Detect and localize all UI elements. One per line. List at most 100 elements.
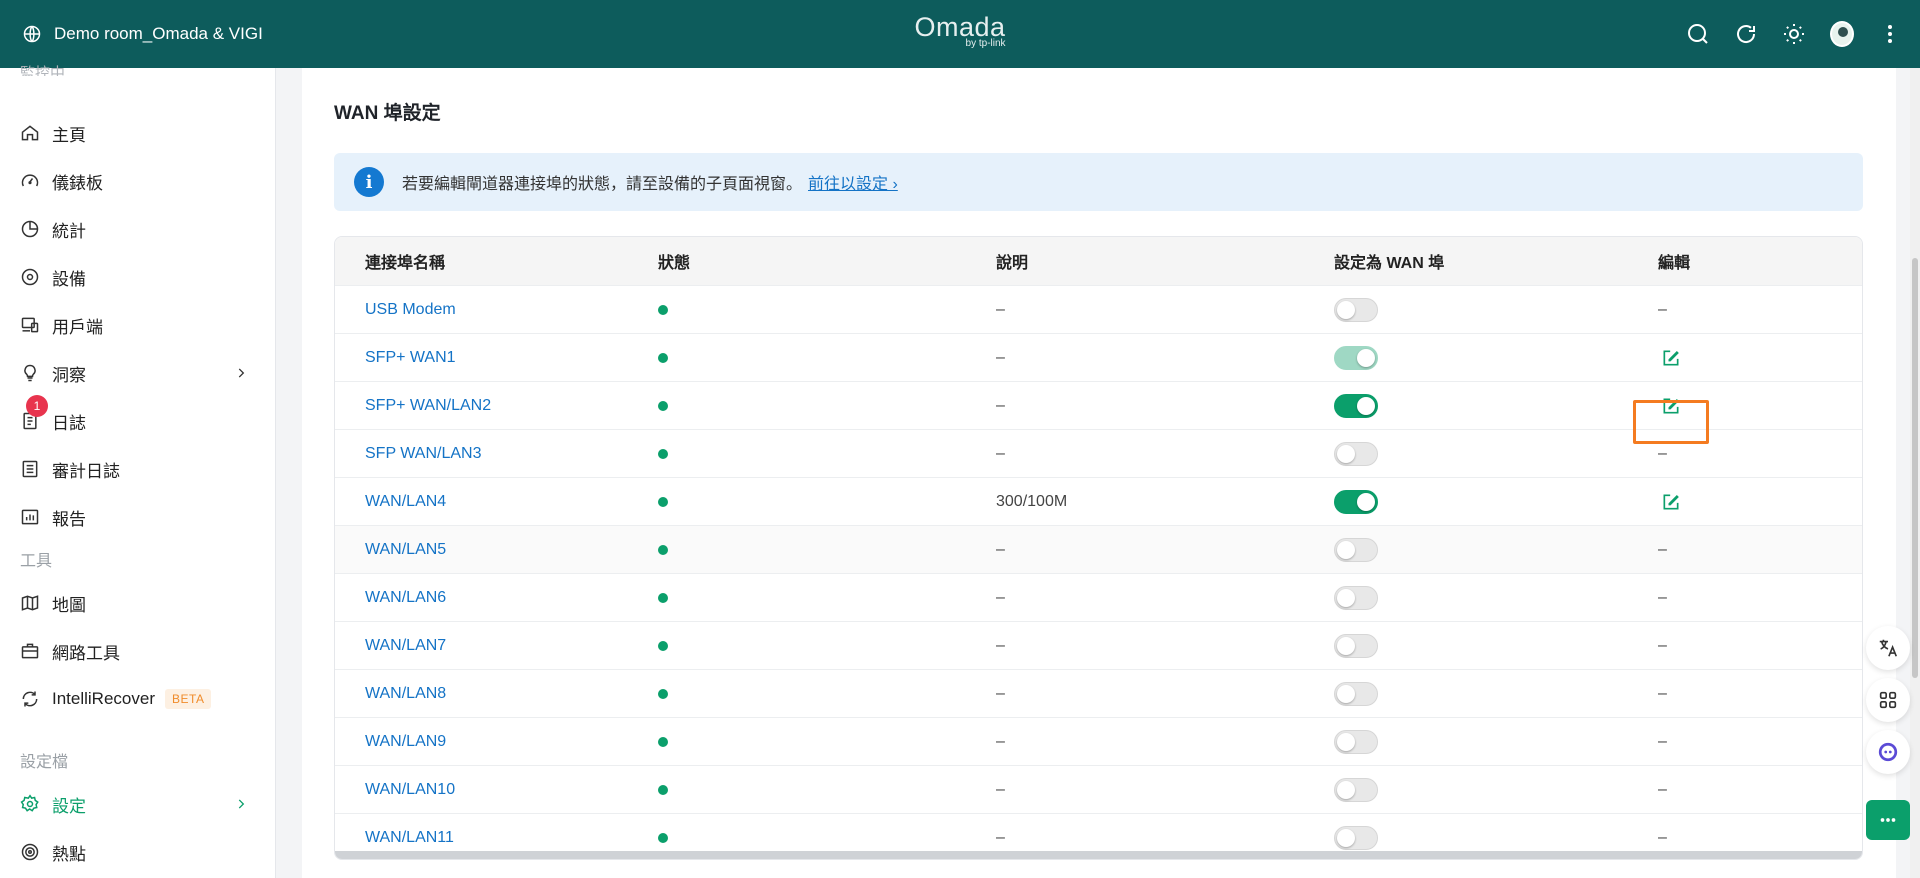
theme-sun-icon[interactable] [1782,22,1806,46]
port-description: – [996,588,1005,606]
pie-chart-icon [21,220,39,238]
sidebar-item-insights[interactable]: 洞察 [0,353,276,393]
horizontal-scrollbar[interactable] [335,851,1862,859]
sidebar-item-intellirecover[interactable]: IntelliRecover BETA [0,679,276,719]
translate-icon[interactable] [1866,626,1910,670]
wan-toggle[interactable] [1334,633,1378,658]
gear-icon [20,794,39,812]
port-name-link[interactable]: WAN/LAN9 [365,733,446,751]
port-description: – [996,828,1005,846]
sidebar-item-audit-logs[interactable]: 審計日誌 [0,449,276,489]
table-row: WAN/LAN8 – – [335,669,1862,717]
status-dot [658,400,668,411]
apps-grid-icon[interactable] [1866,678,1910,722]
port-description: – [996,444,1005,462]
wan-toggle[interactable] [1334,489,1378,514]
toolbox-icon [21,643,39,659]
wan-toggle[interactable] [1334,681,1378,706]
port-name-link[interactable]: SFP+ WAN1 [365,349,456,367]
section-label-tools: 工具 [20,553,53,570]
wan-toggle[interactable] [1334,441,1378,466]
sidebar-item-hotspot[interactable]: 熱點 [0,832,276,872]
edit-empty: – [1658,780,1667,798]
sidebar-item-devices[interactable]: 設備 [0,257,276,297]
section-label-monitor: 監控中 [20,65,66,76]
edit-icon[interactable] [1661,492,1681,512]
wan-toggle[interactable] [1334,729,1378,754]
wan-toggle[interactable] [1334,777,1378,802]
port-name-link[interactable]: WAN/LAN4 [365,493,446,511]
table-row: WAN/LAN10 – – [335,765,1862,813]
wan-toggle[interactable] [1334,537,1378,562]
section-label-profile: 設定檔 [20,754,69,771]
port-name-link[interactable]: USB Modem [365,301,456,319]
status-dot [658,448,668,459]
table-header: 連接埠名稱 狀態 說明 設定為 WAN 埠 編輯 [335,237,1862,285]
sidebar-item-logs[interactable]: 日誌 1 [0,395,276,441]
sidebar-item-statistics[interactable]: 統計 [0,209,276,249]
more-vertical-icon[interactable] [1878,22,1902,46]
user-avatar[interactable] [1830,21,1854,47]
port-name-link[interactable]: SFP+ WAN/LAN2 [365,397,491,415]
hotspot-icon [21,843,39,861]
refresh-icon[interactable] [1734,22,1758,46]
recover-icon [22,691,38,707]
site-selector[interactable]: Demo room_Omada & VIGI [22,0,263,68]
edit-empty: – [1658,828,1667,846]
status-dot [658,592,668,603]
port-name-link[interactable]: WAN/LAN10 [365,781,455,799]
port-name-link[interactable]: WAN/LAN7 [365,637,446,655]
table-row: WAN/LAN4 300/100M [335,477,1862,525]
port-name-link[interactable]: WAN/LAN11 [365,829,454,847]
search-icon[interactable] [1686,22,1710,46]
map-icon [21,595,39,611]
sidebar-item-clients[interactable]: 用戶端 [0,305,276,345]
assistant-bot-icon[interactable] [1866,730,1910,774]
wan-toggle[interactable] [1334,825,1378,850]
sidebar-item-dashboard[interactable]: 儀錶板 [0,161,276,201]
status-dot [658,688,668,699]
device-icon [21,268,39,286]
page-title: WAN 埠設定 [334,103,441,124]
sidebar-item-map[interactable]: 地圖 [0,583,276,623]
edit-empty: – [1658,732,1667,750]
edit-icon[interactable] [1633,396,1709,444]
edit-empty: – [1658,300,1667,318]
port-description: – [996,780,1005,798]
table-row: SFP+ WAN1 – [335,333,1862,381]
client-icon [21,317,39,333]
sidebar: 監控中 主頁 儀錶板 統計 設備 用戶端 洞察 日誌 1 審計日誌 報告 工具 [0,65,276,878]
status-dot [658,352,668,363]
sidebar-item-home[interactable]: 主頁 [0,113,276,153]
port-name-link[interactable]: WAN/LAN8 [365,685,446,703]
info-notice: i 若要編輯閘道器連接埠的狀態，請至設備的子頁面視窗。 前往以設定 › [334,153,1863,211]
table-row: WAN/LAN7 – – [335,621,1862,669]
port-name-link[interactable]: SFP WAN/LAN3 [365,445,481,463]
audit-log-icon [22,460,38,478]
report-icon [21,509,39,525]
sidebar-item-network-tools[interactable]: 網路工具 [0,631,276,671]
wan-toggle[interactable] [1334,297,1378,322]
top-bar: Demo room_Omada & VIGI Omada by tp-link [0,0,1920,68]
go-to-settings-link[interactable]: 前往以設定 › [808,170,898,194]
vertical-scrollbar[interactable] [1910,68,1920,878]
port-description: – [996,684,1005,702]
chevron-right-icon [238,799,245,809]
wan-toggle[interactable] [1334,585,1378,610]
port-description: 300/100M [996,492,1068,510]
site-name: Demo room_Omada & VIGI [54,24,263,43]
wan-toggle[interactable] [1334,393,1378,418]
sidebar-item-reports[interactable]: 報告 [0,497,276,537]
beta-badge: BETA [165,689,212,709]
port-description: – [996,300,1005,318]
chat-icon[interactable] [1866,800,1910,840]
sidebar-item-settings[interactable]: 設定 [0,784,276,824]
status-dot [658,784,668,795]
header-description: 說明 [996,255,1029,272]
edit-empty: – [1658,444,1667,462]
edit-icon[interactable] [1661,348,1681,368]
port-description: – [996,636,1005,654]
port-name-link[interactable]: WAN/LAN5 [365,541,446,559]
port-name-link[interactable]: WAN/LAN6 [365,589,446,607]
info-icon: i [354,167,384,197]
